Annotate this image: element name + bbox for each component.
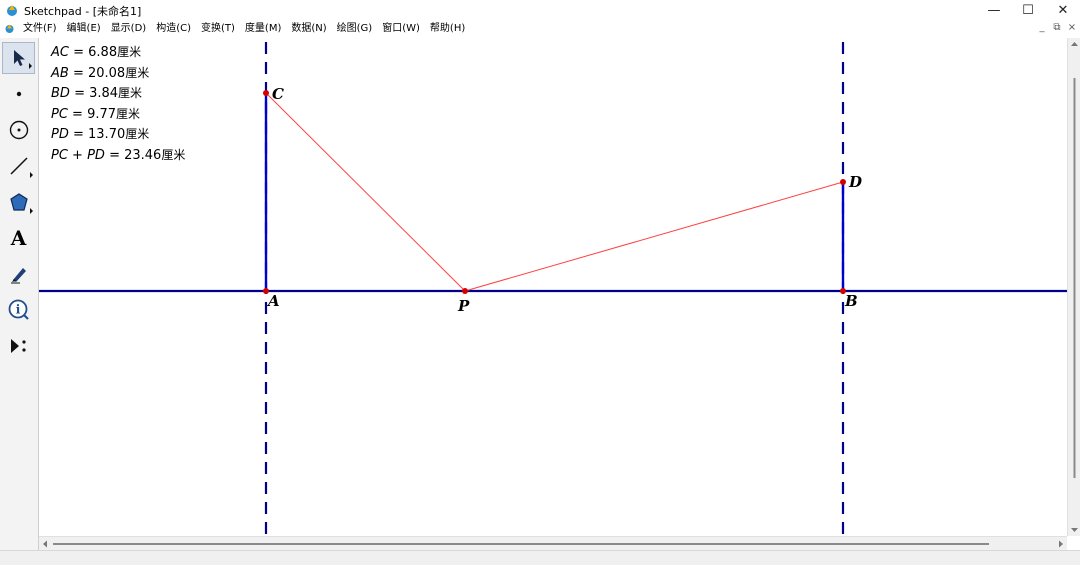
horizontal-scroll-thumb (53, 543, 989, 545)
menu-window[interactable]: 窗口(W) (377, 20, 425, 37)
menu-file[interactable]: 文件(F) (18, 20, 62, 37)
menu-display[interactable]: 显示(D) (106, 20, 152, 37)
menu-help[interactable]: 帮助(H) (425, 20, 470, 37)
marker-tool-icon (10, 268, 26, 284)
sketchpad-app-icon (7, 5, 17, 16)
menu-transform[interactable]: 变换(T) (196, 20, 240, 37)
menu-bar: 文件(F) 编辑(E) 显示(D) 构造(C) 变换(T) 度量(M) 数据(N… (0, 20, 1080, 37)
menu-construct[interactable]: 构造(C) (151, 20, 196, 37)
straightedge-tool[interactable] (2, 150, 35, 182)
information-tool-icon: i (8, 299, 29, 320)
point-p[interactable] (462, 288, 468, 294)
scroll-left-icon (43, 540, 47, 548)
vertical-scroll-thumb (1073, 78, 1076, 478)
menu: 文件(F) 编辑(E) 显示(D) 构造(C) 变换(T) 度量(M) 数据(N… (18, 20, 470, 37)
straightedge-tool-icon (9, 157, 28, 175)
title-bar: Sketchpad - [未命名1] — ☐ ✕ (0, 0, 1080, 20)
status-bar (0, 550, 1080, 565)
scroll-down-icon (1071, 528, 1078, 532)
segment-pd[interactable] (464, 181, 844, 292)
label-c[interactable]: C (272, 85, 284, 103)
arrow-select-icon (13, 50, 25, 66)
custom-tool[interactable] (2, 330, 35, 362)
vertical-scrollbar-arrows (1071, 42, 1078, 532)
menu-graph[interactable]: 绘图(G) (332, 20, 378, 37)
label-d[interactable]: D (848, 173, 862, 191)
point-tool-icon (16, 91, 21, 97)
label-a[interactable]: A (266, 292, 280, 310)
scroll-up-icon (1071, 42, 1078, 46)
svg-text:i: i (15, 303, 20, 317)
point-c[interactable] (263, 90, 269, 96)
polygon-tool[interactable] (2, 186, 35, 218)
compass-tool[interactable] (2, 114, 35, 146)
menu-data[interactable]: 数据(N) (286, 20, 331, 37)
text-tool[interactable]: A (2, 222, 35, 254)
polygon-tool-icon (9, 193, 28, 211)
marker-tool[interactable] (2, 258, 35, 290)
scroll-right-icon (1059, 540, 1063, 548)
doc-close-button[interactable]: × (1066, 22, 1078, 34)
doc-minimize-button[interactable]: _ (1036, 22, 1048, 34)
compass-tool-icon (9, 120, 28, 140)
window-title: Sketchpad - [未命名1] (24, 5, 142, 18)
menu-edit[interactable]: 编辑(E) (62, 20, 106, 37)
vertical-scrollbar[interactable] (1067, 38, 1080, 536)
text-tool-icon: A (10, 226, 27, 250)
custom-tool-icon (10, 339, 26, 353)
horizontal-scrollbar-arrows (43, 540, 1063, 548)
doc-restore-button[interactable]: ⧉ (1051, 22, 1063, 34)
close-button[interactable]: ✕ (1040, 0, 1080, 20)
segment-pc[interactable] (265, 92, 466, 292)
arrow-select-tool[interactable] (2, 42, 35, 74)
information-tool[interactable]: i (2, 294, 35, 326)
label-p[interactable]: P (457, 297, 470, 315)
toolbox: A i (0, 38, 39, 550)
geometry-figure: C D A P B (39, 42, 1067, 536)
point-tool[interactable] (2, 78, 35, 110)
menu-measure[interactable]: 度量(M) (240, 20, 286, 37)
sketch-canvas[interactable]: AC = 6.88厘米 AB = 20.08厘米 BD = 3.84厘米 PC … (39, 38, 1067, 536)
point-d[interactable] (840, 179, 846, 185)
label-b[interactable]: B (844, 292, 858, 310)
document-icon[interactable] (4, 23, 15, 34)
horizontal-scrollbar[interactable] (39, 536, 1067, 551)
